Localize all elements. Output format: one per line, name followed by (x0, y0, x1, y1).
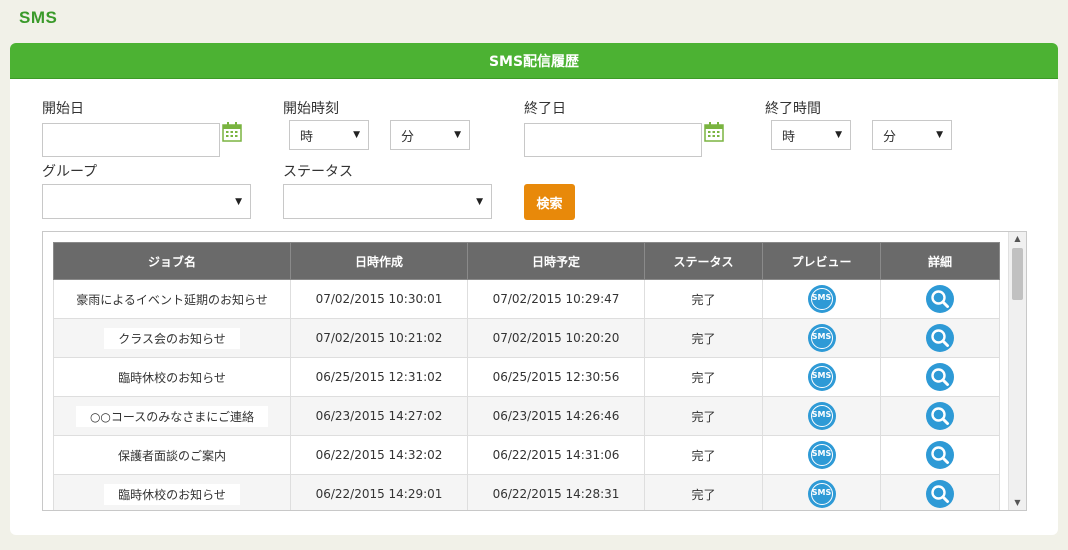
preview-cell: SMS (762, 474, 881, 510)
chevron-down-icon: ▼ (454, 130, 461, 140)
start-hour-select[interactable]: 時 ▼ (289, 120, 369, 150)
chevron-down-icon: ▼ (835, 130, 842, 140)
scroll-up-arrow-icon[interactable]: ▲ (1009, 232, 1026, 246)
col-header-status[interactable]: ステータス (644, 242, 763, 280)
magnifier-icon[interactable] (926, 480, 954, 508)
col-header-scheduled[interactable]: 日時予定 (467, 242, 645, 280)
sms-preview-icon[interactable]: SMS (807, 324, 836, 352)
created-cell: 06/22/2015 14:29:01 (290, 474, 468, 510)
table-scrollbar[interactable]: ▲ ▼ (1008, 232, 1026, 510)
preview-cell: SMS (762, 435, 881, 475)
detail-cell (880, 279, 1000, 319)
end-minute-select[interactable]: 分 ▼ (872, 120, 952, 150)
preview-cell: SMS (762, 279, 881, 319)
detail-cell (880, 318, 1000, 358)
status-cell: 完了 (644, 435, 763, 475)
status-cell: 完了 (644, 474, 763, 510)
chevron-down-icon: ▼ (353, 130, 360, 140)
job-name: クラス会のお知らせ (104, 327, 240, 349)
created-cell: 06/25/2015 12:31:02 (290, 357, 468, 397)
results-table-frame: ジョブ名 日時作成 日時予定 ステータス プレビュー 詳細 豪雨によるイベント延… (42, 231, 1027, 511)
end-date-input[interactable] (524, 123, 702, 157)
magnifier-icon[interactable] (926, 402, 954, 430)
detail-cell (880, 357, 1000, 397)
status-cell: 完了 (644, 279, 763, 319)
job-name-cell: 臨時休校のお知らせ (53, 357, 291, 397)
chevron-down-icon: ▼ (235, 196, 242, 207)
sms-preview-icon[interactable]: SMS (807, 402, 836, 430)
table-header-row: ジョブ名 日時作成 日時予定 ステータス プレビュー 詳細 (53, 242, 1000, 280)
detail-cell (880, 396, 1000, 436)
preview-cell: SMS (762, 357, 881, 397)
created-cell: 06/22/2015 14:32:02 (290, 435, 468, 475)
job-name: 臨時休校のお知らせ (104, 483, 240, 505)
sms-preview-icon[interactable]: SMS (807, 285, 836, 313)
scheduled-cell: 06/23/2015 14:26:46 (467, 396, 645, 436)
preview-cell: SMS (762, 318, 881, 358)
scheduled-cell: 06/22/2015 14:31:06 (467, 435, 645, 475)
status-cell: 完了 (644, 396, 763, 436)
sms-preview-icon[interactable]: SMS (807, 363, 836, 391)
end-time-label: 終了時間 (765, 101, 821, 117)
calendar-icon[interactable] (221, 121, 243, 143)
scroll-down-arrow-icon[interactable]: ▼ (1009, 496, 1026, 510)
job-name-cell: 臨時休校のお知らせ (53, 474, 291, 510)
job-name: ○○コースのみなさまにご連絡 (75, 405, 269, 427)
status-label: ステータス (283, 164, 353, 180)
start-date-label: 開始日 (42, 101, 84, 117)
results-table: ジョブ名 日時作成 日時予定 ステータス プレビュー 詳細 豪雨によるイベント延… (53, 242, 1000, 510)
magnifier-icon[interactable] (926, 285, 954, 313)
magnifier-icon[interactable] (926, 324, 954, 352)
job-name-cell: 豪雨によるイベント延期のお知らせ (53, 279, 291, 319)
end-hour-select[interactable]: 時 ▼ (771, 120, 851, 150)
scheduled-cell: 06/25/2015 12:30:56 (467, 357, 645, 397)
status-select[interactable]: ▼ (283, 184, 492, 219)
preview-cell: SMS (762, 396, 881, 436)
chevron-down-icon: ▼ (936, 130, 943, 140)
job-name: 保護者面談のご案内 (117, 448, 226, 463)
col-header-detail: 詳細 (880, 242, 1000, 280)
sms-preview-icon[interactable]: SMS (807, 441, 836, 469)
group-select[interactable]: ▼ (42, 184, 251, 219)
calendar-icon[interactable] (703, 121, 725, 143)
magnifier-icon[interactable] (926, 441, 954, 469)
job-name-cell: ○○コースのみなさまにご連絡 (53, 396, 291, 436)
job-name: 豪雨によるイベント延期のお知らせ (76, 292, 268, 307)
panel-title: SMS配信履歴 (10, 43, 1058, 79)
table-row[interactable]: ○○コースのみなさまにご連絡 06/23/2015 14:27:02 06/23/2… (53, 396, 1000, 436)
table-row[interactable]: 臨時休校のお知らせ 06/25/2015 12:31:02 06/25/2015 1… (53, 357, 1000, 397)
status-cell: 完了 (644, 318, 763, 358)
history-panel: SMS配信履歴 開始日 開始時刻 終了日 終了時間 時 ▼ 分 ▼ 時 ▼ 分 … (10, 43, 1058, 535)
col-header-job-name[interactable]: ジョブ名 (53, 242, 291, 280)
start-minute-select[interactable]: 分 ▼ (390, 120, 470, 150)
detail-cell (880, 435, 1000, 475)
job-name: 臨時休校のお知らせ (118, 370, 226, 385)
scheduled-cell: 07/02/2015 10:29:47 (467, 279, 645, 319)
end-date-label: 終了日 (524, 101, 566, 117)
group-label: グループ (42, 164, 98, 180)
start-date-input[interactable] (42, 123, 220, 157)
scroll-thumb[interactable] (1012, 248, 1023, 300)
col-header-created[interactable]: 日時作成 (290, 242, 468, 280)
start-time-label: 開始時刻 (283, 101, 339, 117)
chevron-down-icon: ▼ (476, 196, 483, 207)
created-cell: 07/02/2015 10:21:02 (290, 318, 468, 358)
table-row[interactable]: 臨時休校のお知らせ 06/22/2015 14:29:01 06/22/2015 1… (53, 474, 1000, 510)
detail-cell (880, 474, 1000, 510)
magnifier-icon[interactable] (926, 363, 954, 391)
job-name-cell: 保護者面談のご案内 (53, 435, 291, 475)
job-name-cell: クラス会のお知らせ (53, 318, 291, 358)
app-title: SMS (19, 8, 58, 27)
table-row[interactable]: 保護者面談のご案内 06/22/2015 14:32:02 06/22/2015 1… (53, 435, 1000, 475)
table-row[interactable]: クラス会のお知らせ 07/02/2015 10:21:02 07/02/2015 1… (53, 318, 1000, 358)
sms-preview-icon[interactable]: SMS (807, 480, 836, 508)
table-row[interactable]: 豪雨によるイベント延期のお知らせ 07/02/2015 10:30:01 07/02… (53, 279, 1000, 319)
search-button[interactable]: 検索 (524, 184, 575, 220)
created-cell: 07/02/2015 10:30:01 (290, 279, 468, 319)
scheduled-cell: 06/22/2015 14:28:31 (467, 474, 645, 510)
created-cell: 06/23/2015 14:27:02 (290, 396, 468, 436)
col-header-preview: プレビュー (762, 242, 881, 280)
scheduled-cell: 07/02/2015 10:20:20 (467, 318, 645, 358)
status-cell: 完了 (644, 357, 763, 397)
